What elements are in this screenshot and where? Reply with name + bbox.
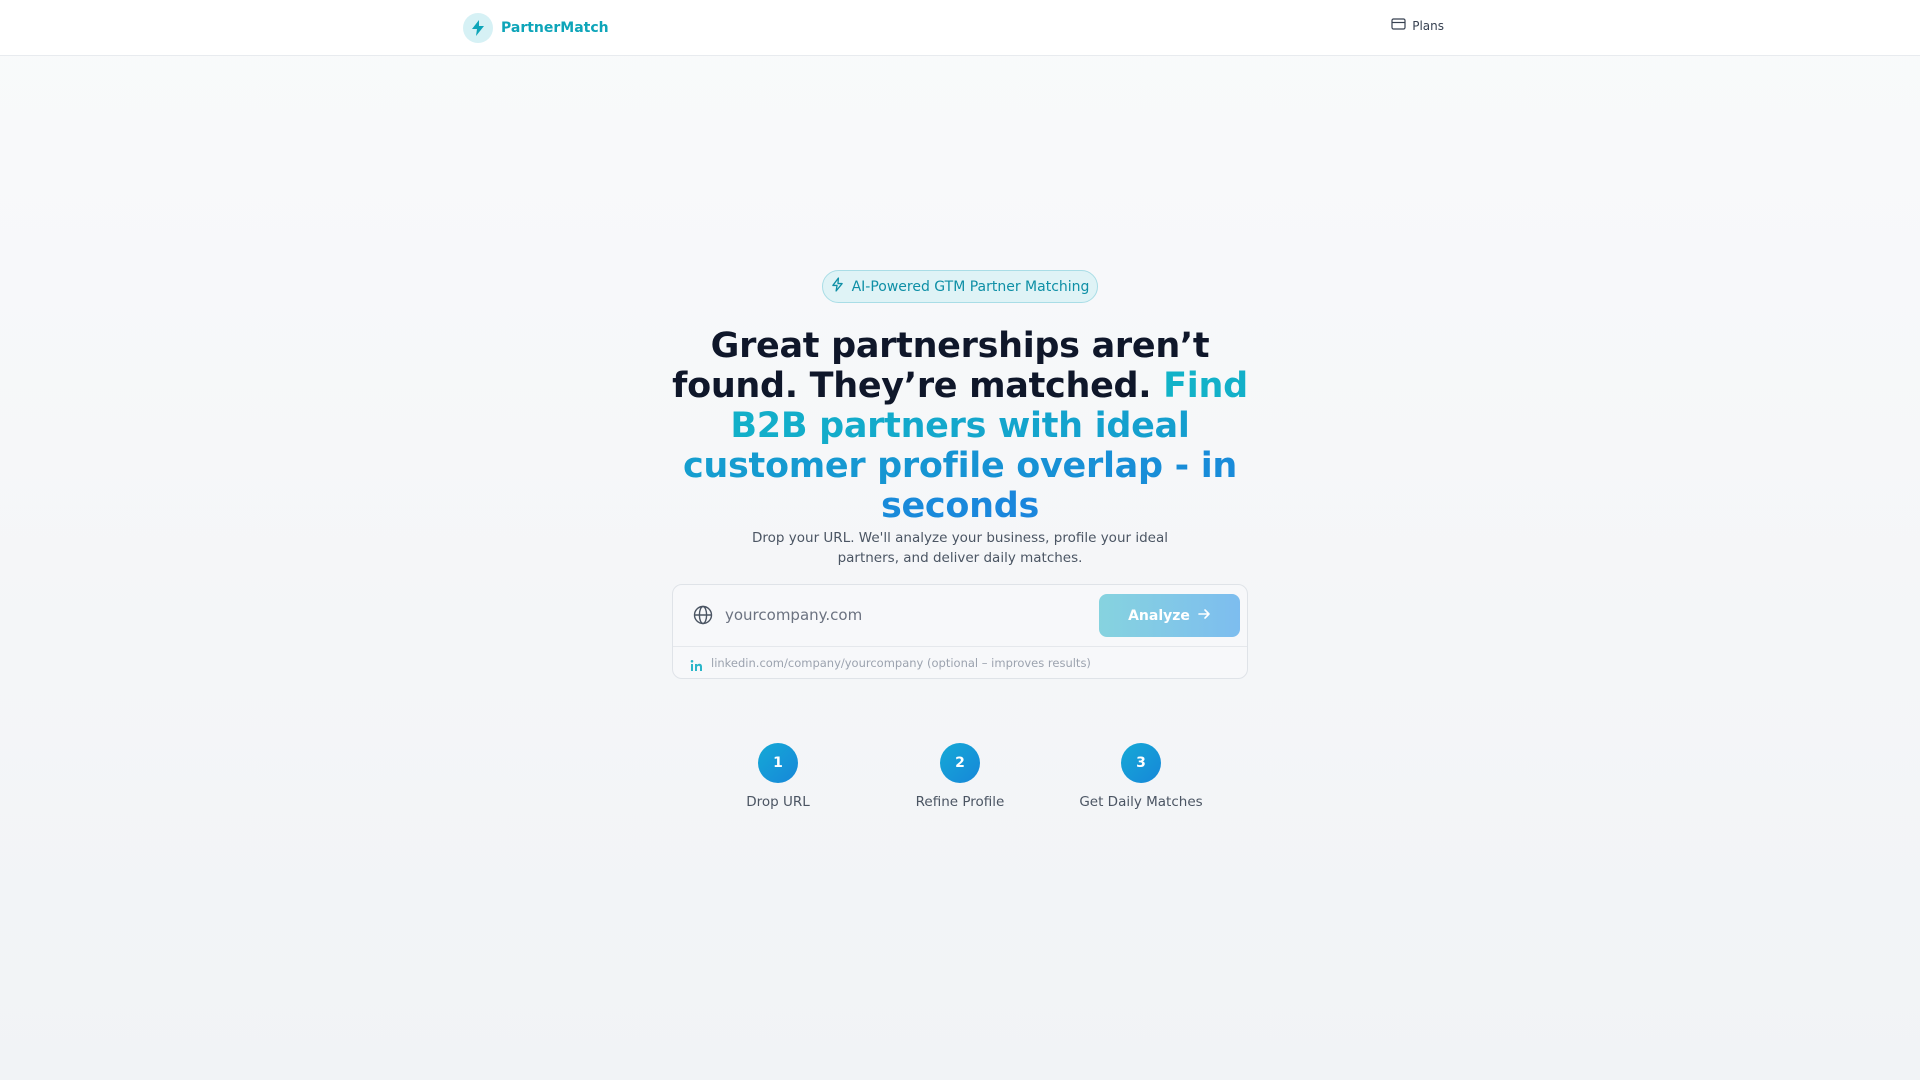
step-drop-url: 1 Drop URL [698,743,858,813]
step-label: Get Daily Matches [1079,794,1203,810]
linkedin-icon [690,657,703,676]
headline-plain: Great partnerships aren’t found. They’re… [672,326,1210,406]
arrow-right-icon [1198,608,1211,624]
analyze-form: Analyze [672,584,1248,679]
globe-icon [693,605,713,629]
hero-headline: Great partnerships aren’t found. They’re… [660,326,1260,526]
step-label: Refine Profile [915,794,1005,810]
step-label: Drop URL [746,794,810,810]
url-row: Analyze [673,585,1247,645]
plans-label: Plans [1412,18,1444,33]
lightning-bolt-icon [831,277,844,296]
step-number-badge: 2 [940,743,980,783]
linkedin-url-input[interactable] [711,652,1231,674]
step-number-badge: 1 [758,743,798,783]
brand-name: PartnerMatch [501,20,609,36]
hero-subtitle: Drop your URL. We'll analyze your busine… [752,530,1168,566]
plans-link[interactable]: Plans [1391,18,1444,33]
feature-badge-text: AI-Powered GTM Partner Matching [851,278,1090,295]
analyze-button[interactable]: Analyze [1099,594,1240,637]
lightning-bolt-icon [463,13,493,43]
step-get-daily-matches: 3 Get Daily Matches [1061,743,1221,813]
linkedin-row [673,647,1247,679]
company-url-input[interactable] [725,599,1055,631]
brand-logo-link[interactable]: PartnerMatch [463,13,609,43]
step-number-badge: 3 [1121,743,1161,783]
feature-badge: AI-Powered GTM Partner Matching [822,270,1098,303]
analyze-button-label: Analyze [1128,607,1190,624]
credit-card-icon [1391,18,1406,33]
step-refine-profile: 2 Refine Profile [880,743,1040,813]
top-navigation-bar: PartnerMatch Plans [0,0,1920,56]
